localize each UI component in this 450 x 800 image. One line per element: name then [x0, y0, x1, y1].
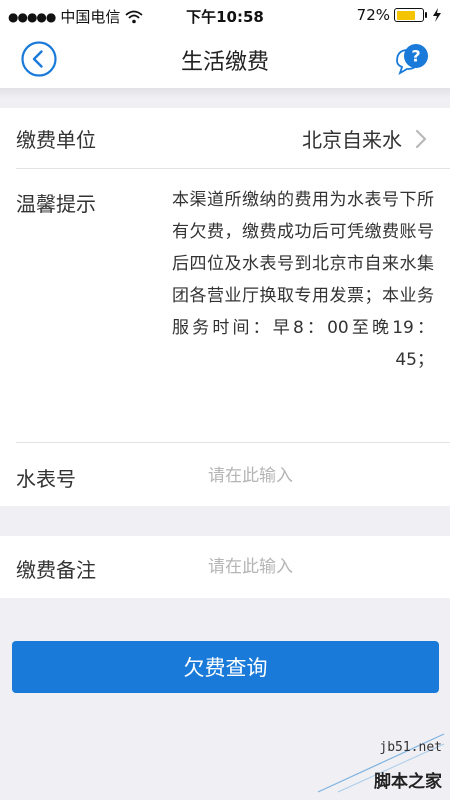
watermark-site: jb51.net: [379, 740, 442, 755]
chevron-right-icon: [415, 129, 427, 149]
charging-icon: [433, 8, 441, 22]
battery-fill: [396, 10, 415, 20]
tips-text: 本渠道所缴纳的费用为水表号下所有欠费，缴费成功后可凭缴费账号后四位及水表号到北京…: [172, 190, 434, 370]
site-watermark: jb51.net 脚本之家: [308, 732, 446, 796]
status-right: 72%: [357, 6, 442, 24]
help-icon[interactable]: ?: [392, 40, 432, 78]
nav-shadow: [0, 88, 450, 98]
meter-number-input[interactable]: [208, 461, 428, 491]
status-bar: ●●●●● 中国电信 下午10:58 72%: [0, 0, 450, 30]
nav-bar: 生活缴费 ?: [0, 30, 450, 88]
tips-label: 温馨提示: [16, 192, 96, 216]
payment-remark-card: 缴费备注: [0, 536, 450, 598]
arrears-query-button[interactable]: 欠费查询: [12, 641, 439, 693]
battery-icon: [394, 8, 427, 22]
payment-unit-row[interactable]: 缴费单位 北京自来水: [0, 108, 450, 168]
battery-percent: 72%: [356, 6, 390, 24]
payment-unit-label: 缴费单位: [16, 128, 96, 152]
meter-number-label: 水表号: [16, 467, 76, 491]
payment-unit-value: 北京自来水: [302, 128, 402, 152]
payment-form-card: 缴费单位 北京自来水 温馨提示 本渠道所缴纳的费用为水表号下所有欠费，缴费成功后…: [0, 108, 450, 506]
payment-remark-label: 缴费备注: [16, 558, 96, 582]
page-title: 生活缴费: [180, 50, 269, 75]
payment-remark-input[interactable]: [208, 552, 428, 582]
watermark-name: 脚本之家: [374, 772, 442, 792]
divider: [16, 442, 450, 443]
help-icon-glyph: ?: [411, 47, 420, 66]
divider: [16, 168, 450, 169]
